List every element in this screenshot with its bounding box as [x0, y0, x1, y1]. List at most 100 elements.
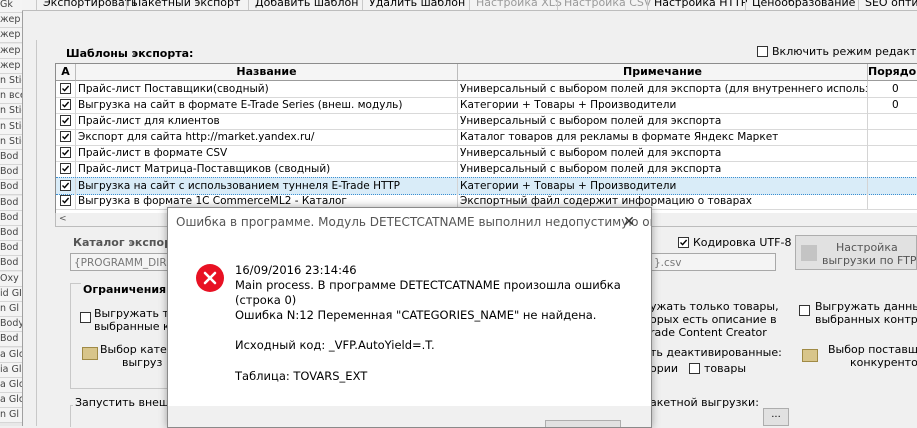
error-timestamp: 16/09/2016 23:14:46	[235, 263, 357, 277]
row-active-checkbox[interactable]	[60, 99, 71, 110]
deactivated-goods-checkbox[interactable]	[689, 363, 700, 374]
utf8-label: Кодировка UTF-8	[693, 236, 792, 249]
left-list-item[interactable]: жер I	[0, 28, 22, 44]
left-list-item[interactable]: Bod	[0, 241, 22, 257]
order-cell: 0	[868, 81, 917, 97]
name-cell: Прайс-лист в формате CSV	[76, 145, 458, 161]
name-cell: Прайс-лист Матрица-Поставщиков (сводный)	[76, 161, 458, 177]
upload-categories-checkbox[interactable]	[80, 312, 91, 323]
left-list-strip: Gkжер Iжер Iжер Iжер In Stign всеn Stign…	[0, 0, 23, 426]
left-list-item[interactable]: Bod	[0, 195, 22, 211]
left-list-item[interactable]: Bod	[0, 332, 22, 348]
active-cell	[56, 129, 76, 145]
left-list-item[interactable]: жер I	[0, 13, 22, 29]
toolbar-button[interactable]: Настройка XLS	[469, 0, 562, 10]
ok-button[interactable]	[545, 420, 621, 427]
folder-icon[interactable]	[82, 347, 98, 360]
export-filename-field[interactable]: }.csv	[650, 253, 776, 271]
left-list-item[interactable]: Oxy	[0, 271, 22, 287]
table-row[interactable]: Выгрузка на сайт в формате E-Trade Serie…	[56, 97, 917, 114]
left-list-item[interactable]: Bod	[0, 226, 22, 241]
only-goods-line3: rade Content Creator	[650, 326, 767, 339]
suppliers-data-checkbox[interactable]	[799, 305, 810, 316]
toolbar-button[interactable]: Экспортировать	[36, 0, 138, 10]
left-list-item[interactable]: жер I	[0, 43, 22, 59]
row-active-checkbox[interactable]	[60, 115, 71, 126]
column-header-active[interactable]: А	[56, 64, 76, 81]
table-row[interactable]: Прайс-лист Матрица-Поставщиков (сводный)…	[56, 161, 917, 178]
name-cell: Экспорт для сайта http://market.yandex.r…	[76, 129, 458, 145]
panel-border	[36, 40, 37, 426]
deactivated-goods-label: товары	[704, 362, 747, 375]
left-list-item[interactable]: ia Gl	[0, 362, 22, 378]
note-cell: Каталог товаров для рекламы в формате Ян…	[458, 129, 868, 145]
column-header-note[interactable]: Примечание	[458, 64, 868, 81]
left-list-item[interactable]: Gk	[0, 0, 22, 13]
table-row[interactable]: Экспорт для сайта http://market.yandex.r…	[56, 129, 917, 146]
choose-supplier-line2[interactable]: конкурентов	[850, 356, 917, 369]
row-active-checkbox[interactable]	[60, 147, 71, 158]
utf8-checkbox[interactable]	[678, 237, 689, 248]
toolbar-button[interactable]: Удалить шаблон	[362, 0, 465, 10]
error-message-line2: (строка 0)	[235, 293, 297, 307]
error-dialog: Ошибка в программе. Модуль DETECTCATNAME…	[167, 207, 652, 428]
name-cell: Выгрузка на сайт в формате E-Trade Serie…	[76, 97, 458, 113]
scroll-left-icon[interactable]: <	[59, 213, 67, 225]
note-cell: Категории + Товары + Производители	[458, 178, 868, 194]
choose-categories-line2[interactable]: выгруз	[122, 356, 162, 369]
row-active-checkbox[interactable]	[60, 180, 71, 191]
active-cell	[56, 178, 76, 194]
toolbar-button[interactable]: Настройка CSV	[557, 0, 651, 10]
column-header-order[interactable]: Порядо	[868, 64, 917, 81]
row-active-checkbox[interactable]	[60, 83, 71, 94]
toolbar-button[interactable]: Ценообразование	[745, 0, 855, 10]
active-cell	[56, 81, 76, 97]
row-active-checkbox[interactable]	[60, 131, 71, 142]
left-list-item[interactable]: a Glo	[0, 347, 22, 363]
catalog-export-field[interactable]: {PROGRAMM_DIR}\	[70, 253, 168, 271]
choose-supplier-line1[interactable]: Выбор поставщ	[828, 343, 917, 356]
error-table: Таблица: TOVARS_EXT	[235, 369, 368, 383]
left-list-item[interactable]: n Stig	[0, 74, 22, 89]
templates-grid[interactable]: А Название Примечание Порядо Прайс-лист …	[55, 63, 917, 215]
column-header-name[interactable]: Название	[76, 64, 458, 81]
active-cell	[56, 97, 76, 113]
toolbar-button[interactable]: Пакетный экспорт	[126, 0, 240, 10]
editor-mode-toggle[interactable]: Включить режим редактиро	[757, 45, 917, 59]
left-list-item[interactable]: n Stig	[0, 104, 22, 120]
toolbar-button[interactable]: SEO оптими	[858, 0, 917, 10]
table-row[interactable]: Прайс-лист для клиентов Универсальный с в…	[56, 113, 917, 130]
table-row[interactable]: Прайс-лист Поставщики(сводный) Универсаль…	[56, 81, 917, 98]
left-list-item[interactable]: n все	[0, 89, 22, 105]
utf8-toggle[interactable]: Кодировка UTF-8	[678, 236, 798, 250]
toolbar-button[interactable]: Настройка HTTP	[647, 0, 747, 10]
left-list-item[interactable]: Bod	[0, 150, 22, 165]
toolbar: Экспортировать Пакетный экспорт Добавить ш…	[22, 0, 917, 11]
left-list-item[interactable]: жер I	[0, 58, 22, 74]
left-list-item[interactable]: n Stig	[0, 134, 22, 150]
left-list-item[interactable]: a Glo	[0, 393, 22, 409]
close-icon[interactable]: ✕	[621, 214, 637, 230]
left-list-item[interactable]: id GI	[0, 286, 22, 302]
left-list-item[interactable]: n Stig	[0, 119, 22, 135]
order-cell	[868, 129, 917, 145]
left-list-item[interactable]: Bod	[0, 180, 22, 196]
left-list-item[interactable]: n Gl	[0, 302, 22, 317]
row-active-checkbox[interactable]	[60, 195, 71, 206]
left-list-item[interactable]: Bod	[0, 165, 22, 181]
supplier-folder-icon[interactable]	[802, 349, 818, 362]
browse-button[interactable]: ...	[763, 408, 789, 426]
order-cell	[868, 193, 917, 209]
left-list-item[interactable]: Bod	[0, 210, 22, 226]
toolbar-button[interactable]: Добавить шаблон	[248, 0, 358, 10]
editor-mode-checkbox[interactable]	[757, 46, 768, 57]
catalog-export-label: Каталог экспорт	[73, 236, 179, 249]
ftp-settings-button[interactable]: Настройка выгрузки по FTP	[795, 235, 917, 270]
left-list-item[interactable]: Bod	[0, 256, 22, 272]
order-cell	[868, 113, 917, 129]
row-active-checkbox[interactable]	[60, 163, 71, 174]
left-list-item[interactable]: a Glo	[0, 378, 22, 393]
table-row[interactable]: Прайс-лист в формате CSV Универсальный с …	[56, 145, 917, 162]
left-list-item[interactable]: n Gl	[0, 408, 22, 424]
left-list-item[interactable]: Body	[0, 317, 22, 333]
